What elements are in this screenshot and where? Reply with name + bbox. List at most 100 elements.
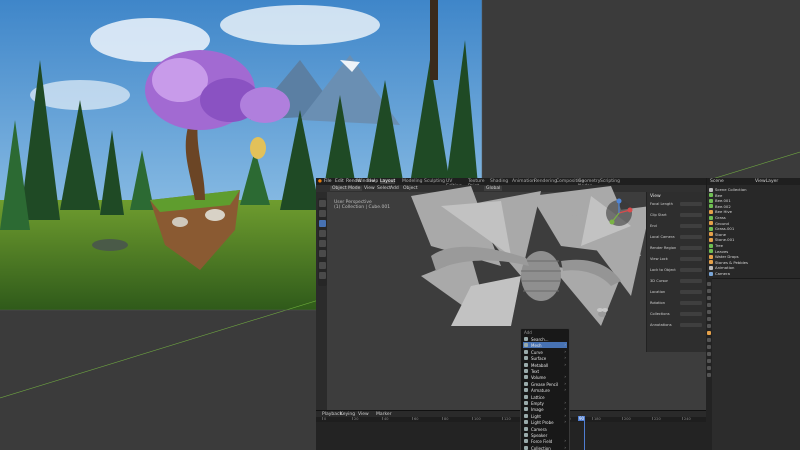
annotate-tool-icon[interactable] [319, 262, 326, 269]
mesh-icon [524, 343, 528, 348]
outliner-item[interactable]: Bee.001 [715, 198, 731, 203]
outliner-item[interactable]: Bee.002 [715, 204, 731, 209]
context-menu-item[interactable]: Force Field › [523, 438, 567, 444]
outliner-item[interactable]: Leaves [715, 249, 728, 254]
properties-tab-icon[interactable] [707, 373, 711, 377]
tab-animation[interactable]: Animation [512, 179, 535, 184]
npanel-field[interactable] [680, 301, 702, 305]
properties-tab-icon[interactable] [707, 338, 711, 342]
outliner-item[interactable]: Camera [715, 271, 730, 276]
outliner-item[interactable]: Grass [715, 215, 726, 220]
npanel-field[interactable] [680, 290, 702, 294]
properties-tab-icon[interactable] [707, 282, 711, 286]
npanel-field[interactable] [680, 224, 702, 228]
outliner-item[interactable]: Bee Hive [715, 209, 732, 214]
measure-tool-icon[interactable] [319, 272, 326, 279]
npanel-field[interactable] [680, 202, 702, 206]
context-menu-item[interactable]: Armature › [523, 387, 567, 393]
context-menu-item[interactable]: Grease Pencil › [523, 381, 567, 387]
tab-rendering[interactable]: Rendering [534, 179, 557, 184]
viewport-menu-view[interactable]: View [364, 186, 375, 191]
camera-icon [524, 426, 528, 431]
npanel-label: Annotations [650, 323, 672, 327]
npanel-field[interactable] [680, 323, 702, 327]
context-menu-item[interactable]: Empty › [523, 400, 567, 406]
properties-tab-icon[interactable] [707, 345, 711, 349]
select-tool-icon[interactable] [319, 200, 326, 207]
outliner-item[interactable]: Tree [715, 243, 723, 248]
outliner-item[interactable]: Grass.001 [715, 226, 734, 231]
tab-modeling[interactable]: Modeling [402, 179, 422, 184]
outliner-item[interactable]: Stones & Pebbles [715, 260, 748, 265]
chevron-right-icon: › [564, 348, 566, 354]
npanel-field[interactable] [680, 246, 702, 250]
cursor-tool-icon[interactable] [319, 210, 326, 217]
view-layer-selector[interactable]: ViewLayer [755, 179, 778, 184]
context-menu-item[interactable]: Surface › [523, 355, 567, 361]
context-menu-item[interactable]: Volume › [523, 374, 567, 380]
context-menu-item[interactable]: Search... [523, 336, 567, 342]
npanel-field[interactable] [680, 312, 702, 316]
context-menu-item[interactable]: Collection Instance › [523, 445, 567, 450]
tab-layout[interactable]: Layout [380, 179, 396, 184]
playhead[interactable] [584, 416, 585, 450]
navigation-gizmo[interactable] [604, 198, 634, 228]
properties-tab-icon[interactable] [707, 324, 711, 328]
context-menu-item[interactable]: Text [523, 368, 567, 374]
outliner-item[interactable]: Stone.001 [715, 237, 734, 242]
viewport-menu-add[interactable]: Add [390, 186, 399, 191]
outliner-item[interactable]: Animation [715, 265, 734, 270]
tab-scripting[interactable]: Scripting [600, 179, 620, 184]
context-menu-item[interactable]: Mesh › [523, 342, 567, 349]
properties-tab-icon[interactable] [707, 317, 711, 321]
outliner-item[interactable]: Ground [715, 221, 729, 226]
scene-selector[interactable]: Scene [710, 179, 724, 184]
properties-tab-icon[interactable] [707, 303, 711, 307]
menu-file[interactable]: File [324, 179, 332, 184]
move-tool-icon[interactable] [319, 220, 326, 227]
context-menu-item[interactable]: Speaker [523, 432, 567, 438]
properties-tab-icon[interactable] [707, 296, 711, 300]
context-menu-item[interactable]: Curve › [523, 349, 567, 355]
properties-tab-icon[interactable] [707, 289, 711, 293]
transform-tool-icon[interactable] [319, 250, 326, 257]
npanel-field[interactable] [680, 257, 702, 261]
npanel-field[interactable] [680, 235, 702, 239]
outliner-item[interactable]: Stone [715, 232, 726, 237]
menu-help[interactable]: Help [368, 179, 378, 184]
active-object-info: (1) Collection | Cube.001 [334, 205, 391, 210]
blender-logo-icon[interactable]: ● [318, 179, 322, 184]
outliner-item[interactable]: Bee [715, 193, 722, 198]
viewport-menu-select[interactable]: Select [377, 186, 391, 191]
npanel-field[interactable] [680, 213, 702, 217]
rotate-tool-icon[interactable] [319, 230, 326, 237]
properties-tab-icon[interactable] [707, 331, 711, 335]
context-menu-item[interactable]: Light › [523, 413, 567, 419]
context-menu-item[interactable]: Image › [523, 406, 567, 412]
properties-tab-icon[interactable] [707, 359, 711, 363]
menu-edit[interactable]: Edit [335, 179, 344, 184]
timeline-ruler[interactable]: 020406080100120140160180200220240 [316, 417, 706, 422]
npanel-label: Clip Start [650, 213, 667, 217]
current-frame-badge: 90 [578, 416, 586, 421]
outliner-item[interactable]: Water Drops [715, 254, 739, 259]
outliner-item[interactable]: Scene Collection [715, 187, 747, 192]
scale-tool-icon[interactable] [319, 240, 326, 247]
npanel-field[interactable] [680, 268, 702, 272]
tab-shading[interactable]: Shading [490, 179, 508, 184]
properties-tab-icon[interactable] [707, 352, 711, 356]
tab-sculpting[interactable]: Sculpting [424, 179, 445, 184]
mode-selector[interactable]: Object Mode [330, 186, 363, 191]
outliner-item-icon [709, 260, 713, 265]
context-menu-item[interactable]: Lattice [523, 394, 567, 400]
context-menu-item[interactable]: Light Probe › [523, 419, 567, 425]
context-menu-item-label: Collection Instance [531, 445, 551, 450]
chevron-right-icon: › [564, 342, 566, 348]
properties-tab-icon[interactable] [707, 310, 711, 314]
ruler-tick [622, 417, 623, 420]
context-menu-item[interactable]: Camera [523, 426, 567, 432]
context-menu-item-label: Camera [531, 426, 547, 432]
context-menu-item[interactable]: Metaball › [523, 362, 567, 368]
properties-tab-icon[interactable] [707, 366, 711, 370]
npanel-field[interactable] [680, 279, 702, 283]
